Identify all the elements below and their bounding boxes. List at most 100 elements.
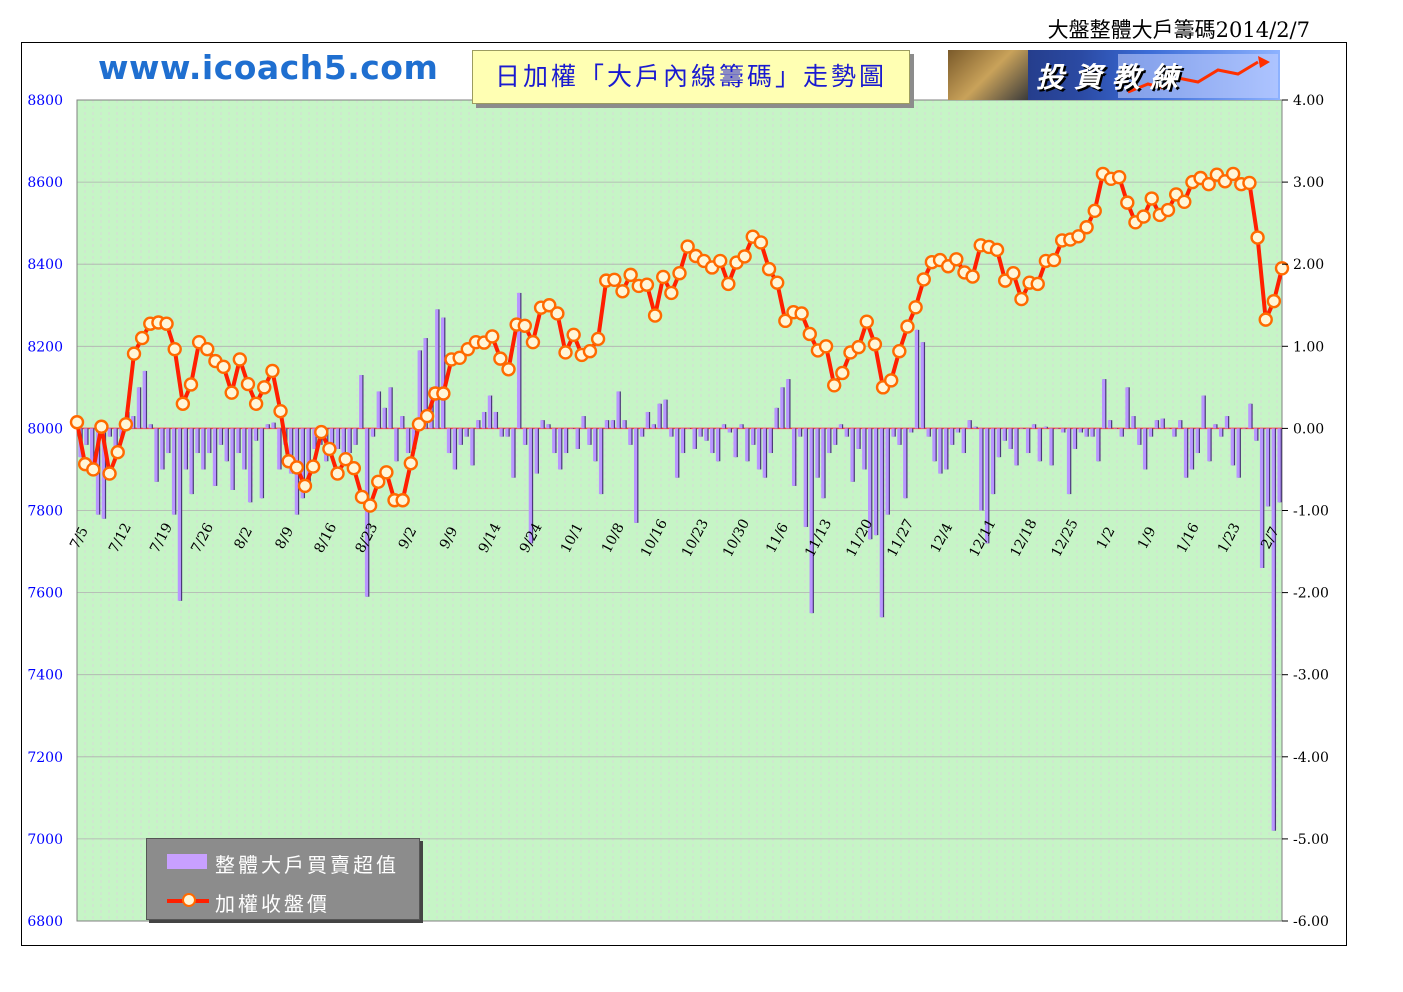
line-marker	[1177, 194, 1192, 210]
right-axis-tick-label: 2.00	[1293, 257, 1324, 273]
line-marker	[86, 462, 101, 477]
bar	[552, 428, 556, 454]
line-marker	[802, 326, 817, 342]
line-marker	[224, 385, 239, 400]
line-marker	[305, 459, 321, 474]
bar	[827, 428, 831, 454]
bar	[832, 428, 837, 445]
bar	[1178, 420, 1182, 429]
line-marker	[664, 285, 679, 301]
bar	[183, 428, 187, 470]
bar	[891, 428, 895, 437]
line-marker	[1242, 175, 1257, 191]
bar	[639, 428, 644, 437]
bar	[1072, 428, 1076, 449]
bar	[154, 428, 158, 482]
line-marker	[867, 337, 883, 352]
bar	[1224, 416, 1229, 429]
bar	[862, 428, 866, 470]
bar	[1218, 428, 1223, 437]
bar	[1061, 428, 1065, 433]
bar	[593, 428, 597, 462]
line-marker	[118, 417, 134, 432]
line-marker	[314, 424, 329, 440]
line-marker	[501, 362, 516, 377]
line-marker	[216, 359, 231, 375]
left-axis-tick-label: 6800	[27, 914, 63, 930]
bar	[271, 422, 275, 429]
bar	[756, 428, 761, 470]
line-marker	[346, 461, 362, 476]
bar	[809, 428, 813, 614]
bar	[838, 424, 842, 429]
line-marker	[566, 327, 581, 343]
bar	[171, 428, 176, 515]
bar	[370, 428, 375, 437]
line-marker	[273, 403, 288, 419]
legend-bar-label: 整體大戶買賣超值	[215, 853, 399, 877]
bar	[610, 420, 614, 429]
bar	[715, 428, 720, 462]
bar	[657, 403, 661, 429]
line-marker	[1046, 252, 1062, 268]
bar	[242, 428, 246, 470]
line-marker	[102, 466, 117, 481]
bar	[774, 407, 778, 429]
bar	[487, 395, 491, 429]
bar	[885, 428, 889, 515]
line-marker	[1079, 220, 1094, 235]
line-marker	[330, 466, 345, 481]
bar	[347, 428, 351, 454]
line-marker	[835, 365, 850, 381]
bar	[803, 428, 807, 527]
line-marker	[1144, 191, 1159, 206]
bar	[265, 424, 269, 429]
bar	[739, 424, 743, 429]
line-marker	[965, 269, 980, 284]
site-url[interactable]: www.icoach5.com	[98, 48, 438, 87]
bar	[973, 426, 977, 429]
bar	[628, 428, 632, 445]
bar	[850, 428, 854, 482]
bar	[791, 428, 796, 486]
bar	[598, 428, 603, 495]
line-marker	[713, 253, 728, 269]
left-axis-tick-label: 8600	[27, 175, 63, 191]
legend-item-line: 加權收盤價	[167, 888, 330, 917]
bar	[1254, 428, 1258, 441]
bar	[259, 428, 263, 499]
bar	[1213, 424, 1217, 429]
bar	[1113, 428, 1117, 429]
bar	[1148, 428, 1152, 437]
bar	[581, 416, 585, 429]
line-marker	[1014, 291, 1029, 307]
bar	[1096, 428, 1100, 462]
line-marker	[297, 478, 313, 494]
logo-image	[948, 50, 1028, 100]
bar	[1265, 428, 1269, 507]
bar	[938, 428, 942, 474]
bar	[1014, 428, 1018, 466]
bar	[1043, 426, 1047, 429]
brand-logo[interactable]: 投資教練	[948, 50, 1280, 100]
bar	[634, 428, 638, 523]
line-marker	[639, 277, 655, 292]
bar	[1107, 420, 1112, 429]
bar	[1131, 416, 1135, 429]
bar	[1031, 424, 1036, 429]
bar	[458, 428, 462, 445]
left-axis-tick-label: 7200	[27, 750, 63, 766]
line-marker	[1258, 312, 1273, 327]
line-marker	[582, 344, 598, 359]
bar	[1277, 428, 1281, 503]
bar	[107, 428, 111, 437]
bar	[400, 416, 404, 429]
bar	[189, 428, 193, 495]
bar	[1137, 428, 1141, 445]
bar	[663, 399, 667, 429]
right-axis-tick-label: 1.00	[1293, 339, 1324, 355]
bar	[557, 428, 562, 470]
bar	[674, 428, 679, 478]
line-marker	[362, 498, 378, 513]
line-marker	[721, 276, 736, 292]
